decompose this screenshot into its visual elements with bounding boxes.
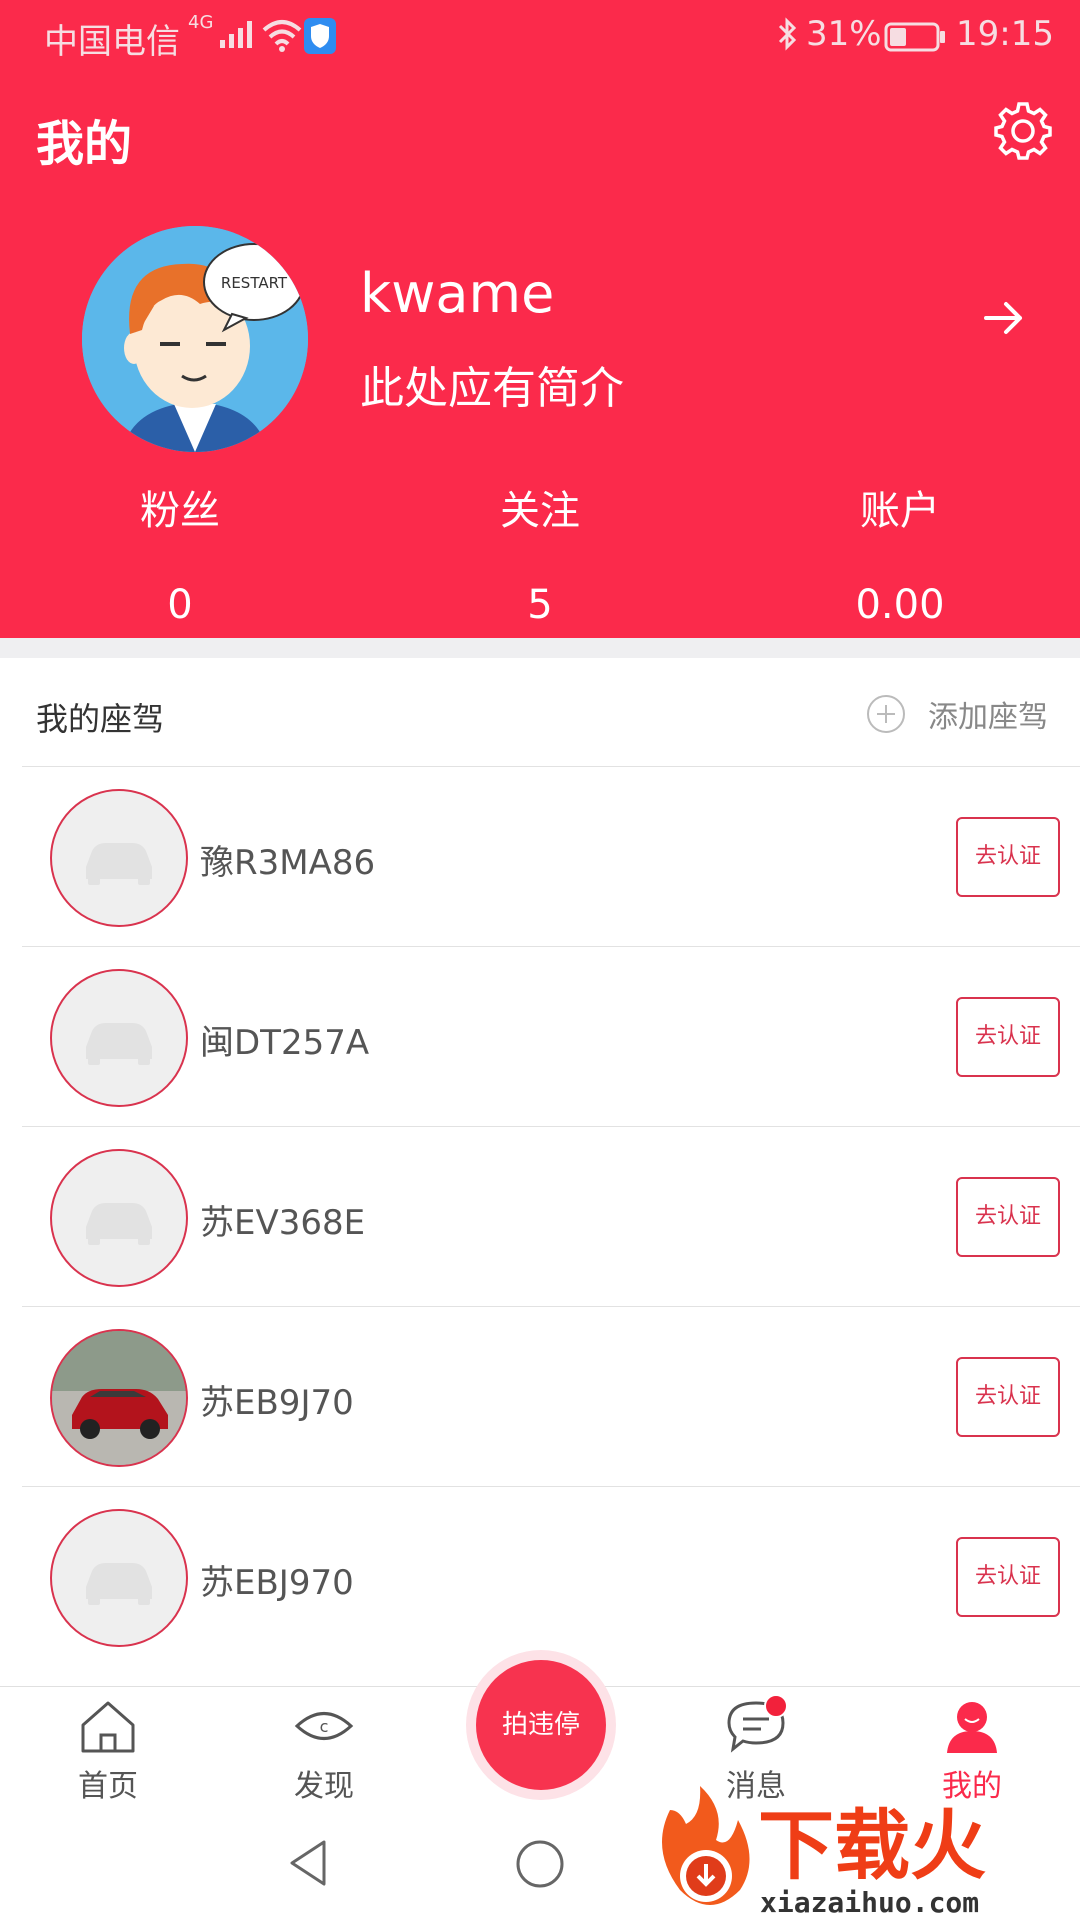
stat-following[interactable]: 关注 5 [420, 478, 660, 628]
verify-button[interactable]: 去认证 [956, 817, 1060, 897]
status-bar: 中国电信 4G 31% 19:15 [0, 0, 1080, 72]
eye-icon: c [294, 1712, 354, 1740]
stat-value: 5 [527, 582, 553, 628]
car-photo-image [52, 1331, 186, 1465]
license-plate: 豫R3MA86 [200, 843, 376, 883]
username[interactable]: kwame [360, 262, 554, 325]
home-circle-icon[interactable] [514, 1838, 566, 1890]
verify-button[interactable]: 去认证 [956, 1537, 1060, 1617]
svg-text:c: c [320, 1717, 329, 1736]
car-photo [50, 1329, 188, 1467]
profile-header: 中国电信 4G 31% 19:15 我的 RESTART kwame 此处应有简… [0, 0, 1080, 638]
vehicle-list: 豫R3MA86 去认证 闽DT257A 去认证 苏EV368E 去认证 苏EB9… [22, 766, 1080, 1666]
verify-button[interactable]: 去认证 [956, 1177, 1060, 1257]
stat-value: 0.00 [855, 582, 945, 628]
home-icon [81, 1701, 135, 1753]
stat-label: 粉丝 [140, 488, 220, 534]
tab-discover[interactable]: c 发现 [254, 1697, 394, 1805]
license-plate: 苏EV368E [200, 1203, 366, 1243]
unread-badge [764, 1694, 788, 1718]
watermark-logo: 下载火 xiazaihuo.com [662, 1786, 986, 1919]
stat-label: 账户 [860, 488, 940, 534]
report-parking-button[interactable]: 拍违停 [476, 1660, 606, 1790]
add-vehicle-button[interactable]: 添加座驾 [866, 692, 1048, 736]
nav-label: 发现 [294, 1769, 354, 1804]
network-type-label: 4G [188, 12, 214, 33]
carrier-label: 中国电信 [44, 22, 180, 62]
add-vehicle-label: 添加座驾 [928, 700, 1048, 735]
section-title: 我的座驾 [36, 700, 165, 738]
user-bio[interactable]: 此处应有简介 [360, 352, 624, 416]
plus-circle-icon [867, 695, 905, 733]
car-placeholder-icon [86, 1023, 152, 1065]
battery-icon [884, 22, 945, 52]
list-item[interactable]: 苏EBJ970 去认证 [22, 1486, 1080, 1666]
watermark-brand: 下载火 [758, 1801, 986, 1890]
list-item[interactable]: 豫R3MA86 去认证 [22, 766, 1080, 946]
verify-button[interactable]: 去认证 [956, 997, 1060, 1077]
list-item[interactable]: 苏EV368E 去认证 [22, 1126, 1080, 1306]
security-shield-icon [304, 18, 336, 54]
gear-icon[interactable] [992, 100, 1054, 162]
car-avatar [50, 1149, 188, 1287]
bluetooth-icon [778, 17, 797, 51]
car-placeholder-icon [86, 1563, 152, 1605]
back-icon[interactable] [286, 1838, 330, 1888]
watermark-url: xiazaihuo.com [760, 1886, 979, 1919]
tab-home[interactable]: 首页 [38, 1697, 178, 1805]
user-icon [947, 1702, 997, 1753]
list-item[interactable]: 苏EB9J70 去认证 [22, 1306, 1080, 1486]
car-avatar [50, 969, 188, 1107]
stat-label: 关注 [500, 488, 580, 534]
page-title: 我的 [36, 116, 133, 172]
license-plate: 苏EBJ970 [200, 1563, 354, 1603]
battery-percent: 31% [806, 14, 882, 54]
clock: 19:15 [956, 14, 1054, 54]
license-plate: 闽DT257A [200, 1023, 370, 1063]
section-divider [0, 638, 1080, 658]
car-placeholder-icon [86, 843, 152, 885]
avatar[interactable]: RESTART [82, 226, 308, 452]
stat-account[interactable]: 账户 0.00 [780, 478, 1020, 628]
car-avatar [50, 789, 188, 927]
wifi-icon [262, 20, 302, 52]
stat-value: 0 [167, 582, 193, 628]
avatar-illustration: RESTART [82, 226, 308, 452]
car-avatar [50, 1509, 188, 1647]
stat-fans[interactable]: 粉丝 0 [60, 478, 300, 628]
signal-icon [220, 21, 252, 48]
arrow-right-icon[interactable] [982, 296, 1026, 340]
license-plate: 苏EB9J70 [200, 1383, 354, 1423]
verify-button[interactable]: 去认证 [956, 1357, 1060, 1437]
nav-label: 首页 [78, 1769, 138, 1804]
list-item[interactable]: 闽DT257A 去认证 [22, 946, 1080, 1126]
car-placeholder-icon [86, 1203, 152, 1245]
avatar-bubble-text: RESTART [221, 274, 288, 292]
vehicles-section-header: 我的座驾 添加座驾 [0, 658, 1080, 768]
